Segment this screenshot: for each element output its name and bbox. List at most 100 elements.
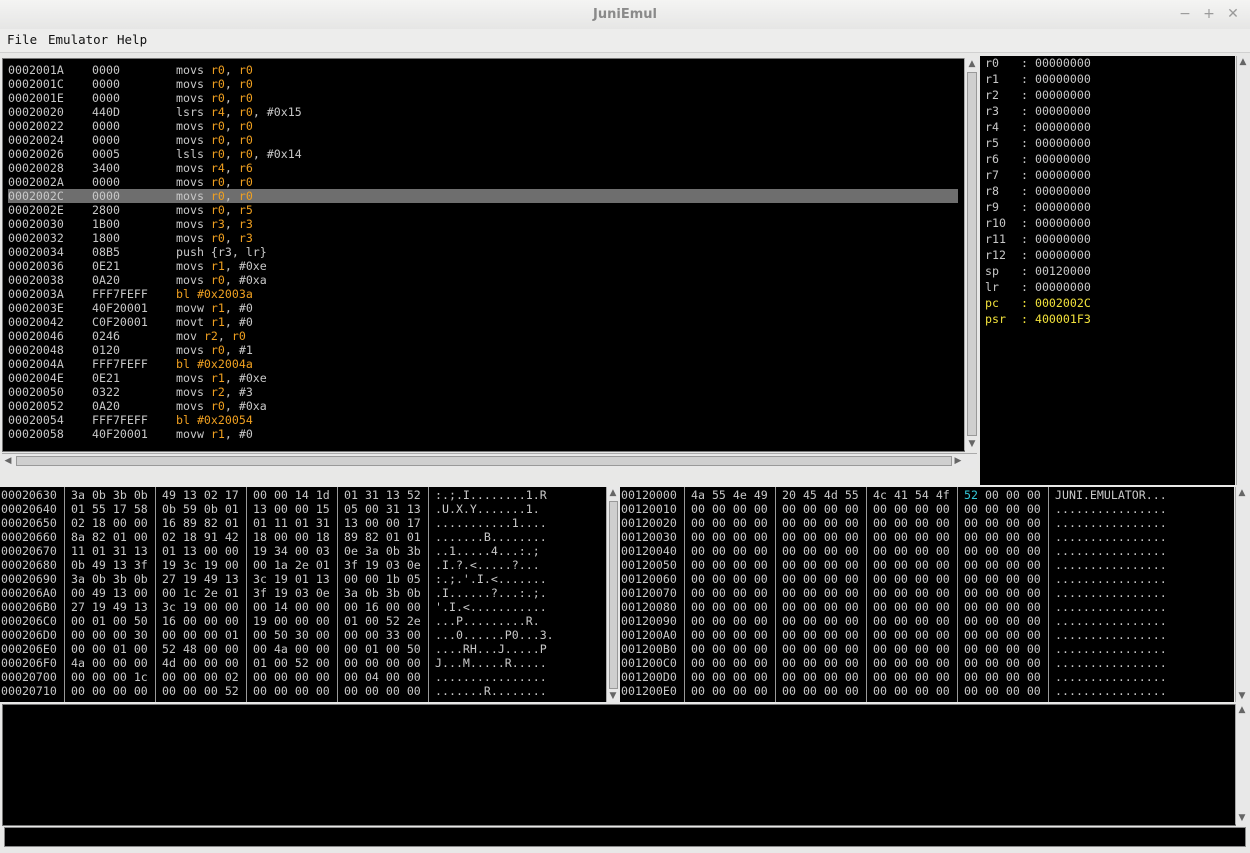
disasm-row[interactable]: 0002001A 0000 movs r0, r0 [8, 63, 958, 77]
scroll-right-icon[interactable]: ▶ [952, 455, 964, 467]
memory-row[interactable]: 000206A0 00 49 13 00 00 1c 2e 01 3f 19 03 0… [0, 586, 606, 600]
memory-row[interactable]: 00120000 4a 55 4e 49 20 45 4d 55 4c 41 54 4… [620, 488, 1234, 502]
disasm-row[interactable]: 0002003E 40F20001 movw r1, #0 [8, 301, 958, 315]
hscroll-thumb[interactable] [16, 456, 952, 466]
scroll-down-icon[interactable]: ▼ [1236, 812, 1248, 824]
memory-right-vscroll[interactable]: ▲ ▼ [1235, 487, 1249, 702]
disasm-operand: r0 [238, 133, 253, 147]
memory-ascii: ................ [1055, 586, 1167, 600]
memory-row[interactable]: 00120010 00 00 00 00 00 00 00 00 00 00 00 0… [620, 502, 1234, 516]
memory-row[interactable]: 00120090 00 00 00 00 00 00 00 00 00 00 00 0… [620, 614, 1234, 628]
disasm-row[interactable]: 00020024 0000 movs r0, r0 [8, 133, 958, 147]
disasm-row[interactable]: 00020026 0005 lsls r0, r0, #0x14 [8, 147, 958, 161]
disassembly-vscroll[interactable]: ▲ ▼ [964, 58, 979, 450]
disasm-mnemonic: movs [176, 175, 204, 189]
disasm-row[interactable]: 0002001E 0000 movs r0, r0 [8, 91, 958, 105]
disasm-row[interactable]: 00020022 0000 movs r0, r0 [8, 119, 958, 133]
memory-bytes: 3f 19 03 0e [253, 586, 330, 600]
disasm-row[interactable]: 00020042 C0F20001 movt r1, #0 [8, 315, 958, 329]
memory-row[interactable]: 00020680 0b 49 13 3f 19 3c 19 00 00 1a 2e 0… [0, 558, 606, 572]
disasm-row[interactable]: 00020046 0246 mov r2, r0 [8, 329, 958, 343]
disasm-row[interactable]: 0002002E 2800 movs r0, r5 [8, 203, 958, 217]
memory-bytes: 0e 3a 0b 3b [344, 544, 421, 558]
memory-row[interactable]: 000206B0 27 19 49 13 3c 19 00 00 00 14 00 0… [0, 600, 606, 614]
disasm-row[interactable]: 00020034 08B5 push {r3, lr} [8, 245, 958, 259]
disasm-row[interactable]: 00020036 0E21 movs r1, #0xe [8, 259, 958, 273]
registers-vscroll[interactable]: ▲ [1236, 56, 1249, 485]
disassembly-hscroll[interactable]: ◀ ▶ [2, 453, 977, 468]
command-input[interactable] [4, 827, 1246, 847]
disasm-address: 0002001C [8, 77, 64, 91]
memory-ascii: ................ [1055, 600, 1167, 614]
memory-row[interactable]: 000206D0 00 00 00 30 00 00 00 01 00 50 30 0… [0, 628, 606, 642]
memory-row[interactable]: 00120030 00 00 00 00 00 00 00 00 00 00 00 0… [620, 530, 1234, 544]
memory-row[interactable]: 00120020 00 00 00 00 00 00 00 00 00 00 00 0… [620, 516, 1234, 530]
scroll-down-icon[interactable]: ▼ [607, 690, 619, 702]
disasm-row[interactable]: 0002003A FFF7FEFF bl #0x2003a [8, 287, 958, 301]
memory-row[interactable]: 00020700 00 00 00 1c 00 00 00 02 00 00 00 0… [0, 670, 606, 684]
memory-view-right[interactable]: 00120000 4a 55 4e 49 20 45 4d 55 4c 41 54 4… [620, 487, 1234, 702]
memory-row[interactable]: 001200D0 00 00 00 00 00 00 00 00 00 00 00 0… [620, 670, 1234, 684]
scroll-down-icon[interactable]: ▼ [966, 438, 978, 450]
memory-row[interactable]: 000206C0 00 01 00 50 16 00 00 00 19 00 00 0… [0, 614, 606, 628]
memory-row[interactable]: 00020670 11 01 31 13 01 13 00 00 19 34 00 0… [0, 544, 606, 558]
scroll-up-icon[interactable]: ▲ [1236, 704, 1248, 716]
scroll-down-icon[interactable]: ▼ [1236, 690, 1248, 702]
memory-row[interactable]: 00020690 3a 0b 3b 0b 27 19 49 13 3c 19 01 1… [0, 572, 606, 586]
memory-row[interactable]: 00020710 00 00 00 00 00 00 00 52 00 00 00 0… [0, 684, 606, 698]
disasm-row[interactable]: 00020050 0322 movs r2, #3 [8, 385, 958, 399]
menu-help[interactable]: Help [117, 29, 147, 52]
memory-row[interactable]: 00020640 01 55 17 58 0b 59 0b 01 13 00 00 1… [0, 502, 606, 516]
memory-row[interactable]: 00120080 00 00 00 00 00 00 00 00 00 00 00 0… [620, 600, 1234, 614]
memory-row[interactable]: 00120060 00 00 00 00 00 00 00 00 00 00 00 0… [620, 572, 1234, 586]
disassembly-view[interactable]: 0002001A 0000 movs r0, r0 0002001C 0000 movs … [2, 58, 965, 452]
memory-row[interactable]: 00120050 00 00 00 00 00 00 00 00 00 00 00 0… [620, 558, 1234, 572]
menu-emulator[interactable]: Emulator [48, 29, 108, 52]
memory-ascii: '.I.<........... [435, 600, 547, 614]
memory-row[interactable]: 001200B0 00 00 00 00 00 00 00 00 00 00 00 0… [620, 642, 1234, 656]
memory-row[interactable]: 00120070 00 00 00 00 00 00 00 00 00 00 00 0… [620, 586, 1234, 600]
scroll-up-icon[interactable]: ▲ [607, 487, 619, 499]
disasm-row[interactable]: 00020054 FFF7FEFF bl #0x20054 [8, 413, 958, 427]
memory-row[interactable]: 00120040 00 00 00 00 00 00 00 00 00 00 00 0… [620, 544, 1234, 558]
scroll-up-icon[interactable]: ▲ [1237, 56, 1249, 68]
scroll-thumb[interactable] [609, 501, 618, 689]
register-value-text: 00000000 [1034, 72, 1091, 86]
memory-row[interactable]: 00020660 8a 82 01 00 02 18 91 42 18 00 00 1… [0, 530, 606, 544]
disasm-row[interactable]: 0002004E 0E21 movs r1, #0xe [8, 371, 958, 385]
disasm-row[interactable]: 0002002C 0000 movs r0, r0 [8, 189, 958, 203]
scroll-up-icon[interactable]: ▲ [1236, 487, 1248, 499]
menu-file[interactable]: File [7, 29, 37, 52]
scroll-thumb[interactable] [967, 72, 977, 436]
disasm-row[interactable]: 00020020 440D lsrs r4, r0, #0x15 [8, 105, 958, 119]
disasm-row[interactable]: 00020048 0120 movs r0, #1 [8, 343, 958, 357]
close-icon[interactable]: ✕ [1224, 5, 1242, 23]
memory-left-vscroll[interactable]: ▲ ▼ [606, 487, 620, 702]
memory-row[interactable]: 000206F0 4a 00 00 00 4d 00 00 00 01 00 52 0… [0, 656, 606, 670]
memory-bytes: 52 00 00 00 [964, 488, 1041, 502]
disasm-row[interactable]: 0002002A 0000 movs r0, r0 [8, 175, 958, 189]
disasm-row[interactable]: 00020028 3400 movs r4, r6 [8, 161, 958, 175]
scroll-left-icon[interactable]: ◀ [2, 455, 14, 467]
disasm-row[interactable]: 00020032 1800 movs r0, r3 [8, 231, 958, 245]
disasm-row[interactable]: 00020038 0A20 movs r0, #0xa [8, 273, 958, 287]
disasm-mnemonic: movs [176, 77, 204, 91]
maximize-icon[interactable]: + [1200, 5, 1218, 23]
memory-row[interactable]: 001200C0 00 00 00 00 00 00 00 00 00 00 00 0… [620, 656, 1234, 670]
disasm-row[interactable]: 00020058 40F20001 movw r1, #0 [8, 427, 958, 441]
memory-row[interactable]: 001200E0 00 00 00 00 00 00 00 00 00 00 00 0… [620, 684, 1234, 698]
memory-row[interactable]: 001200A0 00 00 00 00 00 00 00 00 00 00 00 0… [620, 628, 1234, 642]
console-vscroll[interactable]: ▲ ▼ [1235, 704, 1249, 824]
memory-row[interactable]: 000206E0 00 00 01 00 52 48 00 00 00 4a 00 0… [0, 642, 606, 656]
memory-bytes: 00 00 00 00 [964, 656, 1041, 670]
disasm-mnemonic: mov [176, 329, 197, 343]
disasm-row[interactable]: 00020052 0A20 movs r0, #0xa [8, 399, 958, 413]
memory-row[interactable]: 00020650 02 18 00 00 16 89 82 01 01 11 01 3… [0, 516, 606, 530]
memory-row[interactable]: 00020630 3a 0b 3b 0b 49 13 02 17 00 00 14 1… [0, 488, 606, 502]
disasm-row[interactable]: 0002004A FFF7FEFF bl #0x2004a [8, 357, 958, 371]
disasm-row[interactable]: 0002001C 0000 movs r0, r0 [8, 77, 958, 91]
minimize-icon[interactable]: − [1176, 5, 1194, 23]
scroll-up-icon[interactable]: ▲ [966, 58, 978, 70]
disasm-row[interactable]: 00020030 1B00 movs r3, r3 [8, 217, 958, 231]
memory-view-left[interactable]: 00020630 3a 0b 3b 0b 49 13 02 17 00 00 14 1… [0, 487, 606, 702]
